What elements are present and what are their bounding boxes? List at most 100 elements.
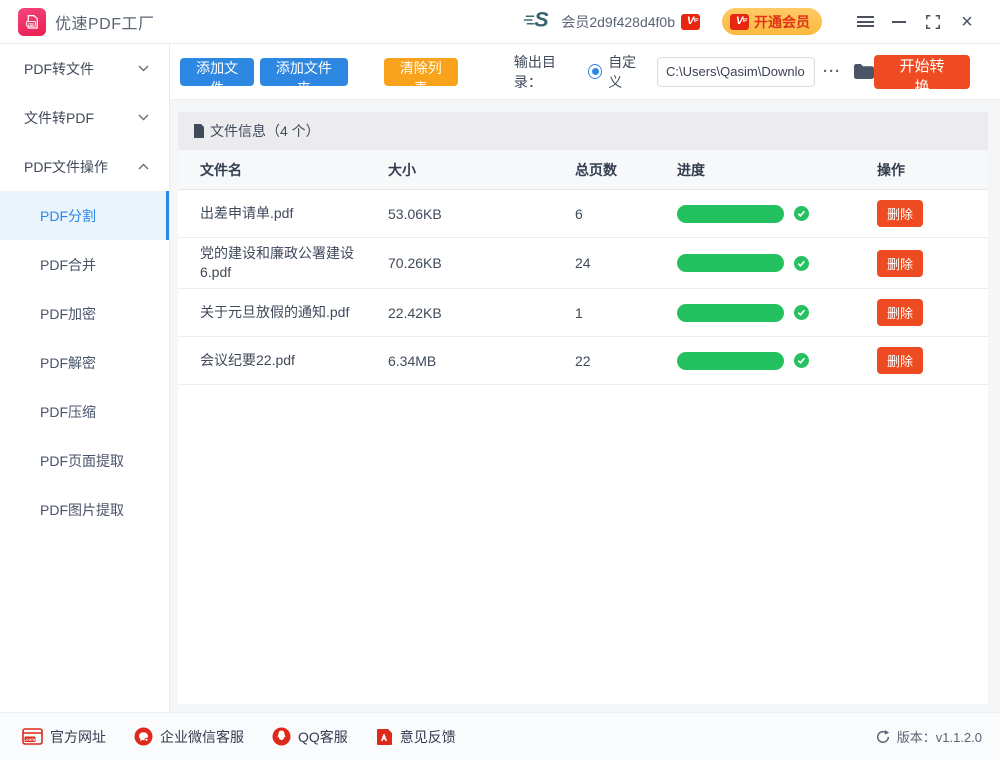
sidebar-group-file-to-pdf[interactable]: 文件转PDF [0, 93, 169, 142]
output-dir-label: 输出目录： [514, 52, 579, 92]
delete-button[interactable]: 删除 [877, 200, 923, 227]
check-circle-icon [794, 256, 809, 271]
vip-badge-icon: VIP [730, 14, 749, 30]
file-pages: 6 [575, 206, 677, 222]
chevron-up-icon [138, 163, 149, 170]
open-vip-button[interactable]: VIP 开通会员 [722, 8, 822, 35]
window-controls: × [848, 7, 984, 37]
header-pages: 总页数 [575, 160, 677, 180]
qq-service-icon [272, 727, 291, 746]
sidebar-item-pdf-encrypt[interactable]: PDF加密 [0, 289, 169, 338]
version-label: 版本：v1.1.2.0 [897, 727, 982, 746]
sidebar-item-pdf-compress[interactable]: PDF压缩 [0, 387, 169, 436]
file-name: 出差申请单.pdf [200, 198, 293, 229]
svg-text:.com: .com [25, 737, 35, 742]
table-row: 出差申请单.pdf 53.06KB 6 删除 [178, 190, 988, 238]
feedback-icon [376, 728, 393, 746]
check-circle-icon [794, 305, 809, 320]
header-size: 大小 [388, 160, 575, 180]
header-action: 操作 [877, 160, 988, 180]
progress-bar [677, 254, 784, 272]
app-logo-icon: PDF [18, 8, 46, 36]
table-header: 文件名 大小 总页数 进度 操作 [178, 150, 988, 190]
table-row: 会议纪要22.pdf 6.34MB 22 删除 [178, 337, 988, 385]
website-icon: .com [22, 728, 43, 745]
file-size: 22.42KB [388, 305, 575, 321]
sidebar-item-label: PDF压缩 [40, 402, 96, 422]
browse-ellipsis-button[interactable]: ··· [823, 63, 841, 80]
main-area: 添加文件 添加文件夹 清除列表 输出目录： 自定义 ··· 开始转换 [170, 44, 1000, 712]
minimize-button[interactable] [882, 7, 916, 37]
sidebar-item-label: PDF加密 [40, 304, 96, 324]
sidebar-group-label: PDF文件操作 [24, 157, 108, 177]
footer: .com 官方网址 企业微信客服 QQ客服 意见反馈 版本：v1.1.2.0 [0, 712, 1000, 760]
sidebar-item-pdf-image-extract[interactable]: PDF图片提取 [0, 485, 169, 534]
sidebar-item-label: PDF图片提取 [40, 500, 124, 520]
open-folder-button[interactable] [853, 63, 874, 80]
maximize-icon [926, 15, 940, 29]
output-path-input[interactable] [657, 57, 815, 87]
feedback-link[interactable]: 意见反馈 [376, 727, 456, 747]
open-vip-label: 开通会员 [754, 12, 810, 32]
delete-button[interactable]: 删除 [877, 347, 923, 374]
official-website-link[interactable]: .com 官方网址 [22, 727, 106, 747]
file-size: 6.34MB [388, 353, 575, 369]
file-info-bar: 文件信息（4 个） [178, 112, 988, 150]
titlebar: PDF 优速PDF工厂 S 会员2d9f428d4f0b VIP VIP 开通会… [0, 0, 1000, 44]
file-pages: 24 [575, 255, 677, 271]
progress-bar [677, 352, 784, 370]
header-progress: 进度 [677, 160, 877, 180]
document-icon [193, 124, 205, 138]
add-folder-button[interactable]: 添加文件夹 [260, 58, 347, 86]
minimize-icon [892, 21, 906, 23]
footer-link-label: QQ客服 [298, 727, 348, 747]
table-row: 关于元旦放假的通知.pdf 22.42KB 1 删除 [178, 289, 988, 337]
member-account[interactable]: S 会员2d9f428d4f0b VIP [523, 7, 700, 36]
chevron-down-icon [138, 65, 149, 72]
file-size: 53.06KB [388, 206, 575, 222]
file-size: 70.26KB [388, 255, 575, 271]
delete-button[interactable]: 删除 [877, 299, 923, 326]
wechat-service-icon [134, 727, 153, 746]
clear-list-button[interactable]: 清除列表 [384, 58, 458, 86]
custom-dir-option[interactable]: 自定义 [588, 52, 647, 92]
close-button[interactable]: × [950, 7, 984, 37]
version-info: 版本：v1.1.2.0 [875, 727, 982, 746]
sidebar-item-pdf-page-extract[interactable]: PDF页面提取 [0, 436, 169, 485]
svg-text:S: S [535, 7, 550, 31]
refresh-icon [875, 729, 891, 745]
file-info-title: 文件信息（4 个） [210, 121, 320, 141]
header-filename: 文件名 [178, 160, 388, 180]
member-avatar-icon: S [523, 7, 553, 36]
maximize-button[interactable] [916, 7, 950, 37]
member-id-label: 会员2d9f428d4f0b [561, 12, 675, 32]
close-icon: × [961, 12, 973, 32]
chevron-down-icon [138, 114, 149, 121]
sidebar-group-pdf-to-file[interactable]: PDF转文件 [0, 44, 169, 93]
file-list-panel: 文件信息（4 个） 文件名 大小 总页数 进度 操作 出差申请单.pdf 53.… [178, 112, 988, 704]
sidebar-item-pdf-decrypt[interactable]: PDF解密 [0, 338, 169, 387]
custom-dir-radio-label: 自定义 [608, 52, 647, 92]
sidebar-item-pdf-merge[interactable]: PDF合并 [0, 240, 169, 289]
menu-button[interactable] [848, 7, 882, 37]
qq-service-link[interactable]: QQ客服 [272, 727, 348, 747]
app-window: PDF 优速PDF工厂 S 会员2d9f428d4f0b VIP VIP 开通会… [0, 0, 1000, 760]
table-row: 党的建设和廉政公署建设6.pdf 70.26KB 24 删除 [178, 238, 988, 289]
sidebar: PDF转文件 文件转PDF PDF文件操作 PDF分割 PDF合并 PDF加密 … [0, 44, 170, 712]
add-file-button[interactable]: 添加文件 [180, 58, 254, 86]
start-convert-button[interactable]: 开始转换 [874, 55, 970, 89]
sidebar-group-label: PDF转文件 [24, 59, 94, 79]
delete-button[interactable]: 删除 [877, 250, 923, 277]
progress-bar [677, 304, 784, 322]
vip-badge-icon: VIP [681, 14, 700, 30]
footer-link-label: 官方网址 [50, 727, 106, 747]
sidebar-item-pdf-split[interactable]: PDF分割 [0, 191, 169, 240]
content-area: 文件信息（4 个） 文件名 大小 总页数 进度 操作 出差申请单.pdf 53.… [170, 100, 1000, 712]
check-circle-icon [794, 206, 809, 221]
titlebar-right: S 会员2d9f428d4f0b VIP VIP 开通会员 × [523, 7, 984, 37]
hamburger-icon [857, 16, 874, 27]
radio-selected-icon[interactable] [588, 64, 602, 79]
sidebar-group-pdf-operations[interactable]: PDF文件操作 [0, 142, 169, 191]
toolbar: 添加文件 添加文件夹 清除列表 输出目录： 自定义 ··· 开始转换 [170, 44, 1000, 100]
wechat-service-link[interactable]: 企业微信客服 [134, 727, 244, 747]
